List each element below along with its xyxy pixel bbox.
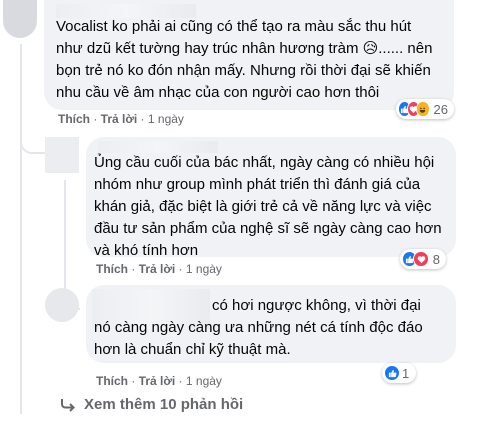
comment-actions: Thích · Trả lời · 1 ngày [58,112,184,126]
comment-text: Vocalist ko phải ai cũng có thể tạo ra m… [56,18,433,101]
comment-bubble: Ủng cầu cuối của bác nhất, ngày càng có … [86,137,456,259]
comment-actions: Thích · Trả lời · 1 ngày [96,374,222,388]
timestamp[interactable]: 1 ngày [186,262,222,276]
love-icon [413,251,429,267]
comment-text: Ủng cầu cuối của bác nhất, ngày càng có … [94,154,442,259]
thread-connector [20,130,46,154]
timestamp[interactable]: 1 ngày [186,374,222,388]
view-more-replies-button[interactable]: Xem thêm 10 phản hồi [60,396,243,413]
comment-bubble: có hơi ngược không, vì thời đại nó càng … [86,285,456,363]
comment-bubble: Vocalist ko phải ai cũng có thể tạo ra m… [44,0,454,110]
reply-arrow-icon [60,398,76,412]
like-icon [384,365,400,381]
view-more-label: Xem thêm 10 phản hồi [84,396,244,413]
reaction-summary[interactable]: 26 [396,99,454,119]
reaction-count: 8 [432,251,440,267]
reply-button[interactable]: Trả lời [139,262,176,276]
like-button[interactable]: Thích [58,112,90,126]
reaction-count: 1 [402,365,410,381]
thread-line [20,44,22,414]
reply-button[interactable]: Trả lời [139,374,176,388]
reaction-summary[interactable]: 8 [400,249,446,269]
comment-actions: Thích · Trả lời · 1 ngày [96,262,222,276]
reaction-count: 26 [433,101,448,117]
timestamp[interactable]: 1 ngày [148,112,184,126]
like-button[interactable]: Thích [96,262,128,276]
reply-button[interactable]: Trả lời [101,112,138,126]
avatar[interactable] [45,137,79,173]
comment-text: có hơi ngược không, vì thời đại nó càng … [94,297,423,358]
haha-icon [416,101,430,117]
avatar[interactable] [3,0,37,38]
reaction-summary[interactable]: 1 [382,363,416,383]
like-button[interactable]: Thích [96,374,128,388]
avatar[interactable] [45,288,79,322]
